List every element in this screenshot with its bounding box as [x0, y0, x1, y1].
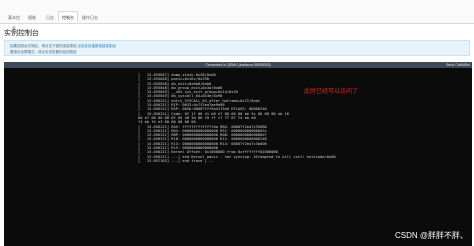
- tab-image[interactable]: 镜像: [24, 11, 40, 22]
- notice-line-1: 如果控制台无响应，请点击下面的连接按钮 点击此处重新连接控制台: [10, 44, 116, 49]
- tab-log[interactable]: 日志: [42, 11, 58, 22]
- notice-line-2: 要退出全屏模式，请点击浏览器的返回按钮: [10, 50, 77, 54]
- tab-bar: 基本信息 镜像 日志 控制台 操作日志: [0, 0, 474, 31]
- terminal-line: [ 15.057102] ---[ end trace ]---: [138, 158, 214, 163]
- info-notice: 如果控制台无响应，请点击下面的连接按钮 点击此处重新连接控制台 要退出全屏模式，…: [4, 40, 470, 56]
- tab-console[interactable]: 控制台: [58, 11, 78, 22]
- reconnect-link[interactable]: 点击此处重新连接控制台: [77, 44, 116, 48]
- page-title: 实例控制台: [4, 30, 39, 37]
- notice-text: 如果控制台无响应，请点击下面的连接按钮: [10, 44, 78, 48]
- terminal-output: [ 15.055847] dump_stack.0x48/0x60[ 15.05…: [138, 73, 336, 177]
- tab-basic-info[interactable]: 基本信息: [6, 11, 22, 31]
- tab-action-log[interactable]: 操作日志: [80, 11, 100, 22]
- csdn-watermark: CSDN @胖胖不胖、: [394, 231, 468, 240]
